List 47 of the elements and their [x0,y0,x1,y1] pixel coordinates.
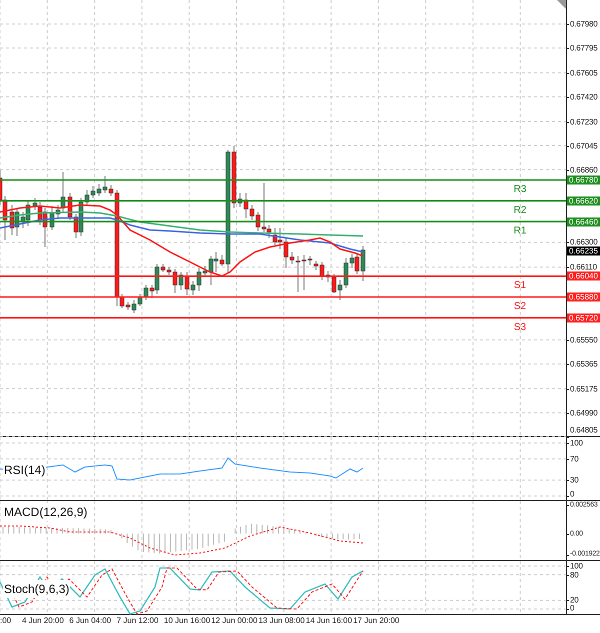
indicator-label: MACD(12,26,9) [3,503,88,521]
axis-label: 0 [569,490,574,498]
price-tag: 0.66780 [567,176,600,184]
time-label: 14 Jun 16:00 [306,615,354,627]
level-label: R2 [514,204,526,216]
price-tag: 0.66040 [567,272,600,281]
axis-label: 0.65550 [569,335,598,344]
level-label: S3 [514,322,526,333]
indicator-label: Stoch(9,6,3) [3,580,70,598]
axis-label: 0.67420 [569,92,598,102]
chart-shift-icon[interactable] [557,0,566,9]
level-label: R3 [514,184,526,195]
axis-label: 100 [569,562,583,570]
level-label: S2 [514,301,526,312]
axis-label: 0.64990 [569,408,598,418]
time-label: 10 Jun 16:00 [164,615,212,627]
time-label: 12 Jun 00:00 [211,615,258,627]
axis-label: 0.66860 [569,165,598,174]
axis-label: 0.64805 [569,426,598,434]
axis-label: 80 [569,570,578,580]
axis-label: 70 [569,454,578,464]
axis-label: 0.65175 [569,384,598,394]
time-label: 17 Jun 20:00 [353,615,400,627]
time-label: 13 Jun 08:00 [258,615,306,627]
axis-label: 0.67795 [569,44,598,53]
axis-label: 0.67045 [569,141,598,150]
current-price-tag: 0.66235 [567,246,600,256]
axis-label: 20 [569,596,578,605]
axis-label: 0.65365 [569,359,598,368]
axis-label: 0.67230 [569,117,598,126]
level-label: S1 [514,280,526,292]
time-label: 7 Jun 12:00 [116,615,160,627]
axis-label: 0.66300 [569,238,598,247]
time-label: :00 [0,615,12,627]
axis-label: 100 [569,438,583,448]
axis-label: 0.66110 [569,262,597,272]
price-tag: 0.66620 [567,196,600,206]
axis-label: 0 [569,604,574,612]
axis-label: 30 [569,476,578,485]
time-label: 4 Jun 20:00 [22,615,65,627]
axis-label: 0.67605 [569,68,598,78]
price-tag: 0.66460 [567,217,600,226]
time-label: 6 Jun 04:00 [69,615,112,627]
level-label: R1 [514,226,526,237]
axis-label: 0.67980 [569,20,598,28]
price-tag: 0.65880 [567,292,600,302]
price-tag: 0.65720 [567,313,600,322]
